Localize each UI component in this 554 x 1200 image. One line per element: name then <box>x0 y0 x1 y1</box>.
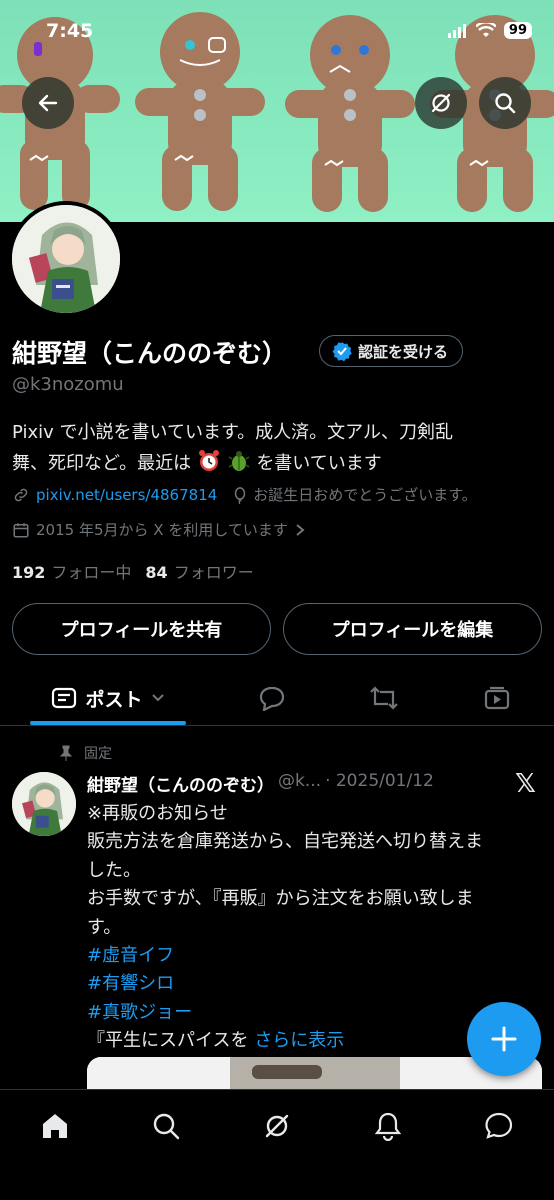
alarm-clock-emoji <box>197 450 227 474</box>
tab-replies[interactable] <box>252 672 292 724</box>
tab-posts[interactable]: ポスト <box>30 672 186 724</box>
link-icon <box>14 488 28 501</box>
pin-icon <box>59 745 73 761</box>
nav-messages[interactable] <box>479 1106 519 1146</box>
pinned-indicator: 固定 <box>58 743 112 763</box>
profile-handle: @k3nozomu <box>12 374 124 395</box>
get-verified-label: 認証を受ける <box>358 342 449 361</box>
post-author-handle: @k... <box>278 771 322 791</box>
post-text[interactable]: ※再販のお知らせ 販売方法を倉庫発送から、自宅発送へ切り替えま した。 お手数で… <box>87 800 537 1056</box>
back-button[interactable] <box>22 77 74 129</box>
profile-bio: Pixiv で小説を書いています。成人済。文アル、刀剣乱 舞、死印など。最近は … <box>12 417 532 479</box>
search-icon <box>495 93 516 114</box>
signal-icon <box>447 23 466 38</box>
reply-icon <box>259 686 285 711</box>
bio-line-1: Pixiv で小説を書いています。成人済。文アル、刀剣乱 <box>12 422 453 443</box>
hashtag-link[interactable]: #有響シロ <box>87 970 537 998</box>
hashtag-link[interactable]: #虚音イフ <box>87 942 537 970</box>
post-line: す。 <box>87 916 122 938</box>
birthday-info: お誕生日おめでとうございます。 <box>231 484 477 505</box>
show-more-link[interactable]: さらに表示 <box>254 1030 344 1051</box>
tab-posts-label: ポスト <box>85 688 143 711</box>
x-logo-icon: 𝕏 <box>515 769 536 799</box>
post-date: · 2025/01/12 <box>325 771 434 791</box>
get-verified-button[interactable]: 認証を受ける <box>319 335 464 367</box>
profile-name: 紺野望（こんののぞむ） <box>12 339 288 368</box>
profile-link[interactable]: pixiv.net/users/4867814 <box>36 486 217 504</box>
wifi-icon <box>475 23 496 37</box>
bio-line-2-start: 舞、死印など。最近は <box>12 453 192 474</box>
media-image <box>87 1057 542 1089</box>
search-icon <box>153 1113 180 1140</box>
post-line: した。 <box>87 859 141 881</box>
compose-post-button[interactable] <box>467 1002 541 1076</box>
edit-profile-button[interactable]: プロフィールを編集 <box>283 603 542 655</box>
post-header: 紺野望（こんののぞむ） @k... · 2025/01/12 <box>87 771 434 796</box>
follow-stats: 192 フォロー中 84 フォロワー <box>12 559 254 583</box>
nav-search[interactable] <box>146 1106 186 1146</box>
post-media-preview[interactable] <box>87 1057 542 1089</box>
joined-row[interactable]: 2015 年5月から X を利用しています <box>12 519 306 540</box>
bottom-navigation <box>0 1089 554 1200</box>
tab-reposts[interactable] <box>364 672 404 724</box>
post-avatar-illustration <box>12 772 76 836</box>
beetle-emoji <box>227 451 257 474</box>
search-button[interactable] <box>479 77 531 129</box>
birthday-text: お誕生日おめでとうございます。 <box>253 486 477 504</box>
share-profile-button[interactable]: プロフィールを共有 <box>12 603 271 655</box>
active-tab-indicator <box>30 721 186 725</box>
post-line: ※再販のお知らせ <box>87 803 228 824</box>
post-truncated-line: 『平生にスパイスを <box>87 1030 249 1052</box>
plus-icon <box>491 1026 517 1052</box>
followers-stat[interactable]: 84 フォロワー <box>145 559 253 583</box>
battery-indicator: 99 <box>503 22 532 39</box>
repost-icon <box>370 686 398 710</box>
verified-badge-icon <box>332 342 352 361</box>
avatar-illustration <box>12 205 120 313</box>
home-icon <box>43 1114 67 1138</box>
pinned-label: 固定 <box>84 746 112 762</box>
video-icon <box>484 686 510 710</box>
grok-icon <box>265 1114 289 1138</box>
post-author-name[interactable]: 紺野望（こんののぞむ） <box>87 771 274 796</box>
grok-button[interactable] <box>415 77 467 129</box>
following-stat[interactable]: 192 フォロー中 <box>12 559 131 583</box>
bio-line-2-end: を書いています <box>256 453 382 474</box>
status-time: 7:45 <box>46 20 94 42</box>
profile-avatar[interactable] <box>8 201 124 317</box>
status-bar: 7:45 99 <box>0 0 554 62</box>
back-arrow-icon <box>38 94 58 112</box>
nav-notifications[interactable] <box>368 1106 408 1146</box>
post-line: 販売方法を倉庫発送から、自宅発送へ切り替えま <box>87 831 483 853</box>
messages-icon <box>485 1112 513 1139</box>
tab-media[interactable] <box>477 672 517 724</box>
chevron-down-icon <box>151 694 164 702</box>
profile-meta-row: pixiv.net/users/4867814 お誕生日おめでとうございます。 <box>12 484 477 505</box>
bio-line-2: 舞、死印など。最近は を書いています <box>12 448 532 479</box>
joined-text: 2015 年5月から X を利用しています <box>36 521 288 539</box>
nav-grok[interactable] <box>257 1106 297 1146</box>
balloon-icon <box>235 486 246 504</box>
post-line: お手数ですが、『再販』から注文をお願い致しま <box>87 888 474 910</box>
grok-icon <box>431 93 451 113</box>
calendar-icon <box>13 522 29 537</box>
bell-icon <box>374 1112 402 1141</box>
posts-tab-icon <box>52 687 77 709</box>
profile-tabs: ポスト <box>0 672 554 726</box>
chevron-right-icon <box>296 523 305 536</box>
post-author-avatar[interactable] <box>12 772 76 836</box>
nav-home[interactable] <box>35 1106 75 1146</box>
status-icons: 99 <box>447 22 532 39</box>
